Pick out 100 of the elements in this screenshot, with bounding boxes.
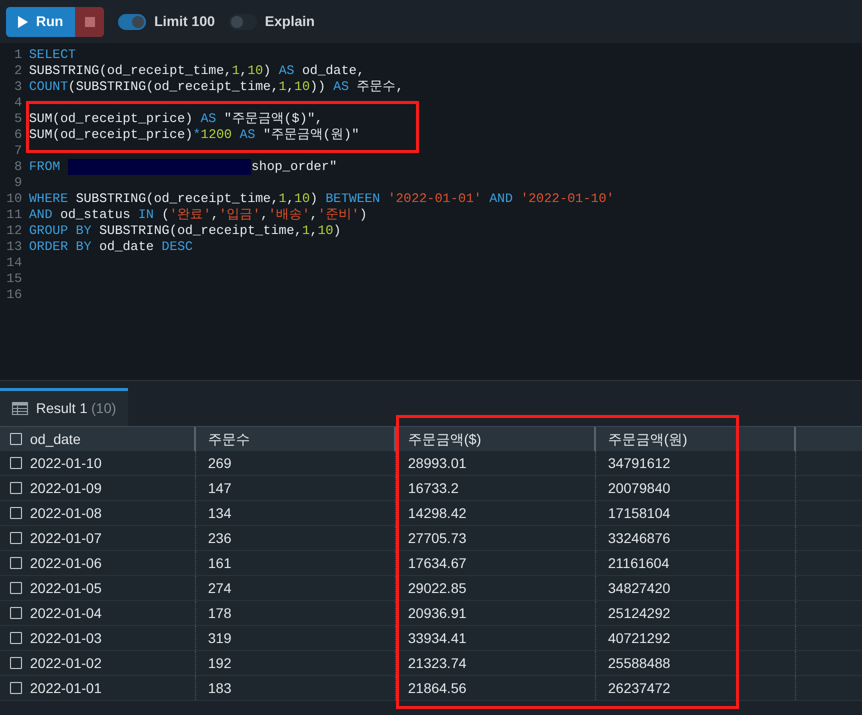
line-number: 11	[6, 207, 22, 223]
code-token: SUBSTRING(od_receipt_time,	[98, 223, 302, 239]
code-token: SUM(od_receipt_price)	[29, 127, 193, 143]
table-cell-text: 27705.73	[408, 528, 466, 548]
line-number: 14	[6, 255, 22, 271]
checkbox[interactable]	[10, 632, 22, 644]
table-cell-text: 17158104	[608, 504, 670, 522]
line-number: 8	[14, 159, 22, 175]
code-token: ORDER BY	[29, 239, 92, 255]
result-tab[interactable]: Result 1 (10)	[0, 388, 128, 426]
code-token: IN	[137, 207, 154, 223]
play-icon	[18, 16, 28, 28]
code-token: '배송'	[268, 207, 310, 223]
code-token: shop_order"	[251, 159, 338, 175]
column-header[interactable]: 주문금액($)	[408, 428, 482, 450]
checkbox[interactable]	[10, 433, 22, 445]
table-cell-text: 134	[208, 504, 232, 522]
code-token: SUM(od_receipt_price)	[29, 111, 193, 127]
table-cell-text: 161	[208, 554, 232, 572]
line-number: 9	[14, 175, 22, 191]
column-header[interactable]: od_date	[30, 428, 81, 450]
table-cell-text: 183	[208, 678, 232, 698]
table-icon	[12, 402, 28, 415]
table-cell-text: 2022-01-06	[30, 554, 102, 572]
table-cell-text: 28993.01	[408, 454, 466, 472]
code-token: "주문금액($)",	[223, 111, 323, 127]
table-cell-text: 40721292	[608, 628, 670, 648]
toggle-label: Limit 100	[154, 12, 215, 31]
table-cell-text: 269	[208, 454, 232, 472]
code-token: GROUP BY	[29, 223, 92, 239]
table-cell-text: 147	[208, 478, 232, 498]
column-header[interactable]: 주문수	[208, 428, 250, 450]
table-cell-text: 2022-01-10	[30, 454, 102, 472]
table-cell-text: 2022-01-07	[30, 528, 102, 548]
table-cell-text: 2022-01-04	[30, 604, 102, 622]
code-token: )	[359, 207, 368, 223]
table-cell-text: 16733.2	[408, 478, 459, 498]
code-token: od_date,	[301, 63, 365, 79]
table-cell-text: 14298.42	[408, 504, 466, 522]
code-token: '입금'	[218, 207, 260, 223]
code-token: AS	[278, 63, 294, 79]
toggle-switch[interactable]	[118, 14, 146, 30]
table-cell-text: 29022.85	[408, 578, 466, 598]
table-cell-text: 17634.67	[408, 554, 466, 572]
toggle-switch[interactable]	[228, 14, 257, 30]
code-token: SELECT	[29, 47, 76, 63]
code-token: '준비'	[318, 207, 360, 223]
code-token: 1	[278, 79, 286, 95]
table-cell-text: 274	[208, 578, 232, 598]
code-token: *	[192, 127, 201, 143]
table-cell-text: 33934.41	[408, 628, 466, 648]
table-cell-text: 2022-01-02	[30, 654, 102, 672]
code-token: 1	[278, 191, 286, 207]
checkbox[interactable]	[10, 482, 22, 494]
checkbox[interactable]	[10, 607, 22, 619]
table-cell-text: 192	[208, 654, 232, 672]
table-cell-text: 33246876	[608, 528, 670, 548]
code-token: 1	[302, 223, 310, 239]
code-token: od_date	[98, 239, 154, 255]
line-number: 13	[6, 239, 22, 255]
code-token: (SUBSTRING(od_receipt_time,	[68, 79, 279, 95]
code-token: ,	[240, 63, 248, 79]
checkbox[interactable]	[10, 532, 22, 544]
code-token: "주문금액(원)"	[262, 127, 360, 143]
table-cell-text: 2022-01-05	[30, 578, 102, 598]
table-cell-text: 2022-01-01	[30, 678, 102, 698]
line-number: 15	[6, 271, 22, 287]
table-cell-text: 21323.74	[408, 654, 466, 672]
checkbox[interactable]	[10, 557, 22, 569]
column-header[interactable]: 주문금액(원)	[608, 428, 688, 450]
line-number: 5	[14, 111, 22, 127]
code-token: AND	[29, 207, 52, 223]
checkbox[interactable]	[10, 457, 22, 469]
table-cell-text: 26237472	[608, 678, 670, 698]
code-token: 10	[294, 191, 310, 207]
table-cell-text: 236	[208, 528, 232, 548]
code-token: ,	[310, 223, 318, 239]
code-token: ,	[310, 207, 318, 223]
checkbox[interactable]	[10, 507, 22, 519]
code-token: 10	[294, 79, 310, 95]
table-cell-text: 25124292	[608, 604, 670, 622]
run-button[interactable]: Run	[6, 6, 76, 36]
code-token: 주문수,	[356, 79, 404, 95]
stop-button[interactable]	[75, 6, 104, 36]
table-cell-text: 21864.56	[408, 678, 466, 698]
code-token: SUBSTRING(od_receipt_time,	[74, 191, 279, 207]
checkbox[interactable]	[10, 657, 22, 669]
checkbox[interactable]	[10, 682, 22, 694]
code-token: 1200	[200, 127, 232, 143]
code-token: ))	[310, 79, 326, 95]
code-token: BETWEEN	[324, 191, 380, 207]
code-token: AS	[332, 79, 349, 95]
checkbox[interactable]	[10, 582, 22, 594]
code-token: FROM	[29, 159, 60, 175]
code-token: AS	[238, 127, 256, 143]
code-token: SUBSTRING(od_receipt_time,	[29, 63, 232, 79]
table-cell-text: 20079840	[608, 478, 670, 498]
table-cell-text: 20936.91	[408, 604, 466, 622]
code-token: '2022-01-01'	[386, 191, 482, 207]
code-token: AS	[200, 111, 216, 127]
